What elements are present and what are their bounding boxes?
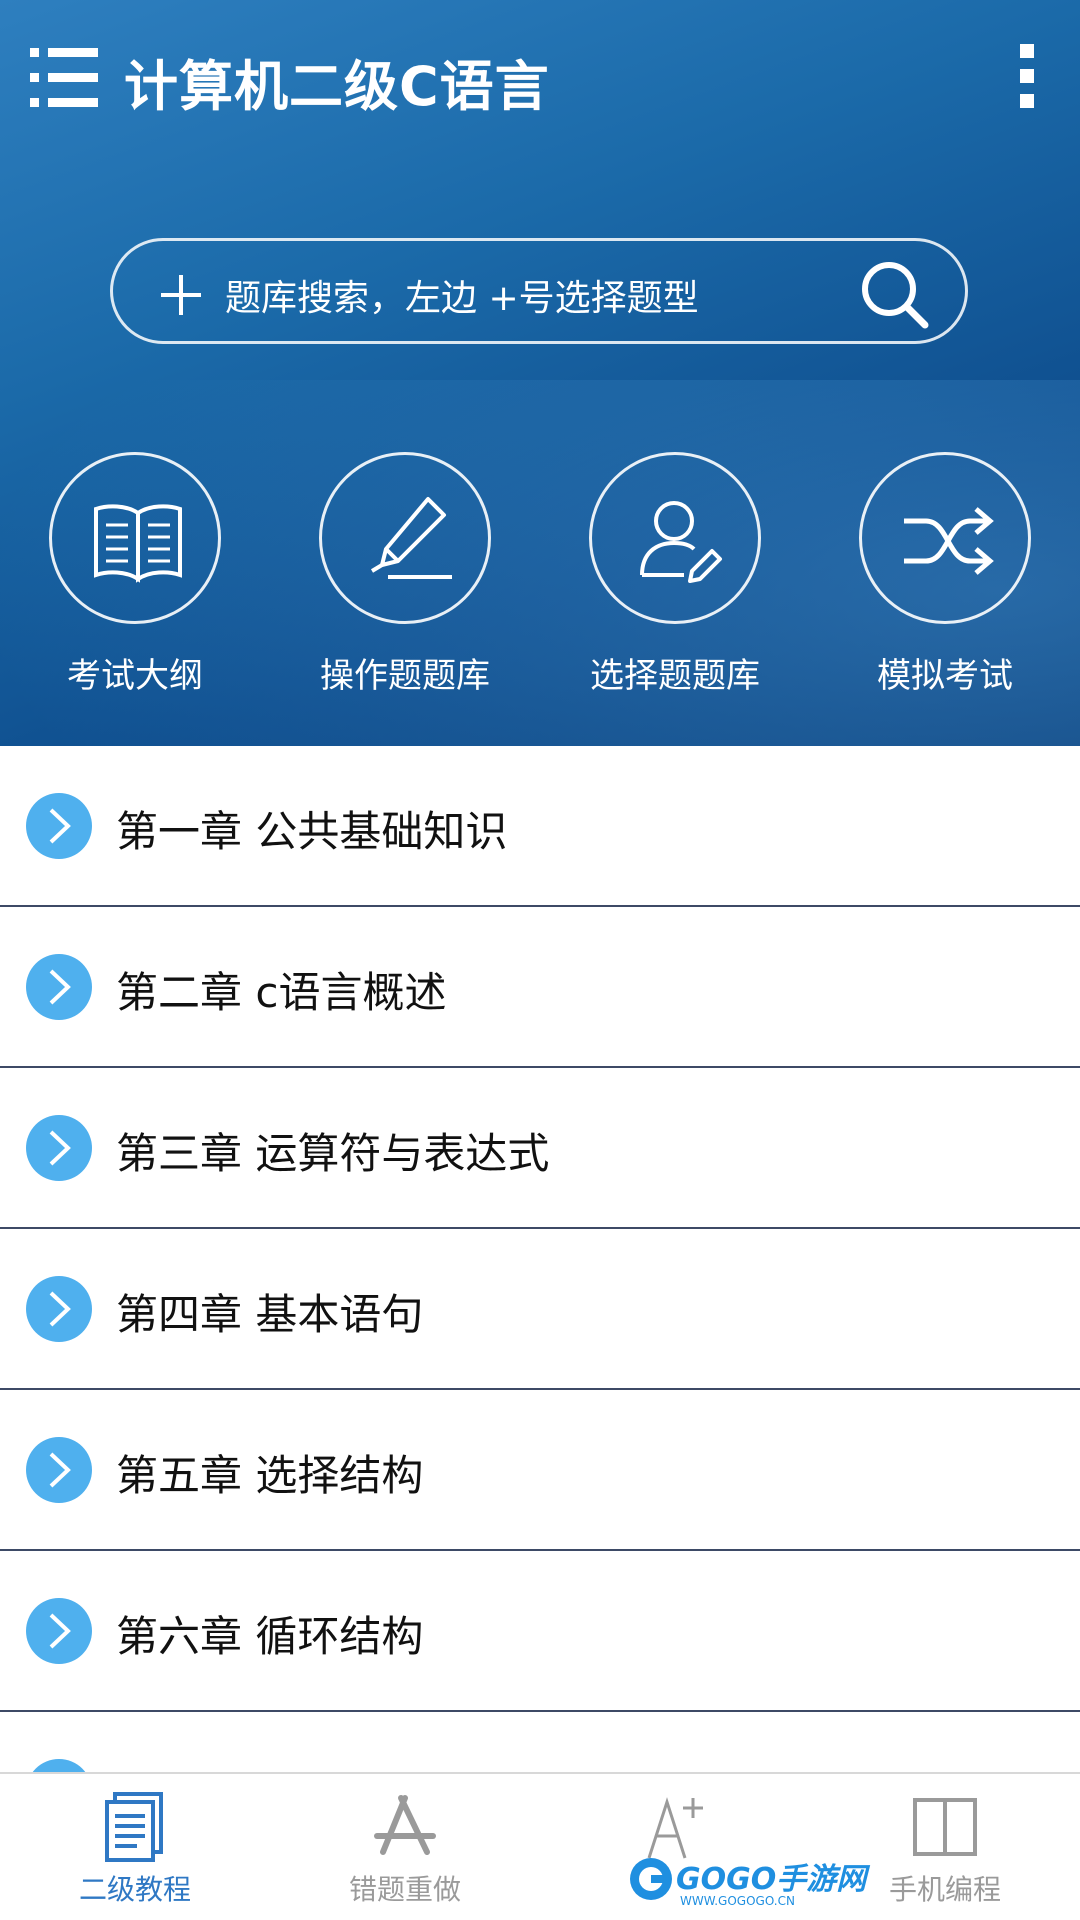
more-vertical-icon[interactable]	[1018, 44, 1038, 108]
quick-action-choice-bank[interactable]: 选择题题库	[560, 452, 790, 696]
chapter-label: 第六章 循环结构	[116, 1612, 424, 1661]
quick-action-label: 模拟考试	[877, 656, 1013, 696]
quick-action-operation-bank[interactable]: 操作题题库	[290, 452, 520, 696]
site-watermark: GOGO手游网 WWW.GOGOGO.CN	[628, 1850, 866, 1916]
gogo-logo-icon	[630, 1858, 672, 1900]
nav-tab-mobile-coding[interactable]: 手机编程	[810, 1774, 1080, 1920]
user-edit-icon	[640, 501, 722, 583]
app-screen: 计算机二级C语言 题库搜索，左边 +号选择题型 考试大纲 操作题题库 选择题题库…	[0, 0, 1080, 1920]
list-menu-icon[interactable]	[30, 44, 100, 110]
quick-action-syllabus[interactable]: 考试大纲	[20, 452, 250, 696]
chapter-list: 第一章 公共基础知识 第二章 c语言概述 第三章 运算符与表达式 第四章 基本语…	[0, 746, 1080, 1873]
nav-tab-tutorial[interactable]: 二级教程	[0, 1774, 270, 1920]
app-store-icon	[374, 1795, 436, 1855]
document-icon	[105, 1792, 163, 1862]
list-item[interactable]: 第三章 运算符与表达式	[0, 1068, 1080, 1229]
quick-action-label: 操作题题库	[320, 656, 490, 696]
quick-action-circle[interactable]	[49, 452, 221, 624]
chevron-right-icon	[26, 1115, 92, 1181]
search-icon[interactable]	[857, 257, 931, 331]
search-input[interactable]: 题库搜索，左边 +号选择题型	[225, 269, 699, 321]
watermark-url: WWW.GOGOGO.CN	[680, 1894, 795, 1908]
chapter-label: 第五章 选择结构	[116, 1451, 424, 1500]
plus-icon[interactable]	[159, 273, 203, 317]
shuffle-icon	[904, 507, 994, 575]
book-icon	[94, 504, 182, 583]
chevron-right-icon	[26, 954, 92, 1020]
chapter-label: 第三章 运算符与表达式	[116, 1129, 550, 1178]
nav-tab-label: 二级教程	[78, 1873, 191, 1906]
quick-action-label: 选择题题库	[590, 656, 760, 696]
chevron-right-icon	[26, 1437, 92, 1503]
nav-tab-label: 错题重做	[348, 1873, 461, 1906]
chevron-right-icon	[26, 1598, 92, 1664]
watermark-text: GOGO手游网	[676, 1862, 867, 1897]
quick-action-circle[interactable]	[859, 452, 1031, 624]
quick-action-label: 考试大纲	[67, 656, 203, 696]
app-title: 计算机二级C语言	[124, 55, 550, 118]
quick-action-mock-exam[interactable]: 模拟考试	[830, 452, 1060, 696]
list-item[interactable]: 第一章 公共基础知识	[0, 746, 1080, 907]
chapter-label: 第一章 公共基础知识	[116, 807, 508, 856]
pen-icon	[370, 497, 452, 579]
quick-action-circle[interactable]	[589, 452, 761, 624]
chevron-right-icon	[26, 793, 92, 859]
quick-action-circle[interactable]	[319, 452, 491, 624]
list-item[interactable]: 第六章 循环结构	[0, 1551, 1080, 1712]
bottom-navigation: 二级教程 错题重做 手机编程	[0, 1772, 1080, 1920]
list-item[interactable]: 第二章 c语言概述	[0, 907, 1080, 1068]
chevron-right-icon	[26, 1276, 92, 1342]
chapter-label: 第四章 基本语句	[116, 1290, 424, 1339]
chapter-label: 第二章 c语言概述	[116, 968, 447, 1017]
header-hero: 计算机二级C语言 题库搜索，左边 +号选择题型 考试大纲 操作题题库 选择题题库…	[0, 0, 1080, 746]
open-book-icon	[913, 1798, 977, 1856]
top-app-bar: 计算机二级C语言	[0, 0, 1080, 160]
list-item[interactable]: 第五章 选择结构	[0, 1390, 1080, 1551]
nav-tab-redo-mistakes[interactable]: 错题重做	[270, 1774, 540, 1920]
list-item[interactable]: 第四章 基本语句	[0, 1229, 1080, 1390]
search-bar[interactable]: 题库搜索，左边 +号选择题型	[110, 238, 968, 344]
